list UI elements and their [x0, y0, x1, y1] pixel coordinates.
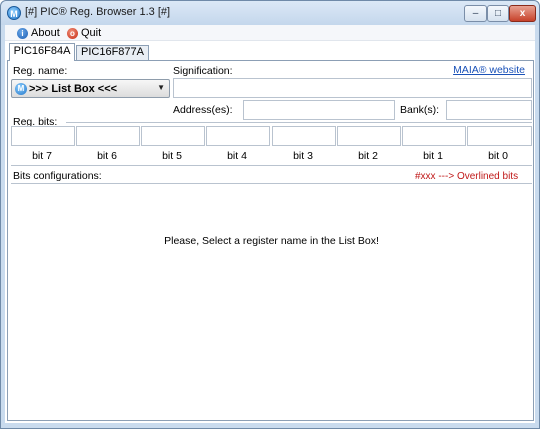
reg-name-label: Reg. name: — [13, 65, 68, 77]
bank-label: Bank(s): — [400, 104, 440, 116]
chevron-down-icon: ▼ — [157, 83, 165, 92]
bit-0-label: bit 0 — [488, 150, 508, 162]
overline-note: #xxx ---> Overlined bits — [415, 171, 519, 182]
address-field[interactable] — [243, 100, 395, 120]
maia-website-link[interactable]: MAIA® website — [453, 64, 525, 76]
signification-label: Signification: — [173, 65, 233, 77]
bit-1-field[interactable] — [402, 126, 466, 146]
info-icon: i — [17, 27, 28, 39]
register-select-value: >>> List Box <<< — [29, 83, 118, 95]
register-select[interactable]: M >>> List Box <<< ▼ — [11, 79, 170, 98]
bits-config-top-divider — [11, 165, 532, 166]
bit-5-field[interactable] — [141, 126, 205, 146]
app-logo-icon: M — [7, 6, 21, 20]
client-area: i About o Quit PIC16F84A PIC16F877A Reg.… — [5, 25, 535, 423]
menu-about[interactable]: i About — [17, 26, 60, 40]
bit-3-field[interactable] — [272, 126, 336, 146]
app-window: M [#] PIC® Reg. Browser 1.3 [#] – □ x i … — [0, 0, 540, 429]
menu-quit[interactable]: o Quit — [67, 26, 101, 40]
bit-3-label: bit 3 — [293, 150, 313, 162]
bank-field[interactable] — [446, 100, 532, 120]
menu-quit-label: Quit — [81, 27, 102, 39]
window-title: [#] PIC® Reg. Browser 1.3 [#] — [25, 6, 171, 18]
maximize-button[interactable]: □ — [487, 5, 509, 22]
bit-2-field[interactable] — [337, 126, 401, 146]
stop-icon: o — [67, 27, 78, 39]
reg-bits-divider — [66, 122, 532, 123]
minimize-button[interactable]: – — [464, 5, 487, 22]
bit-6-label: bit 6 — [97, 150, 117, 162]
bit-1-label: bit 1 — [423, 150, 443, 162]
tab-pic16f877a[interactable]: PIC16F877A — [76, 45, 149, 60]
select-register-message: Please, Select a register name in the Li… — [164, 235, 379, 247]
bit-0-field[interactable] — [467, 126, 532, 146]
bit-7-label: bit 7 — [32, 150, 52, 162]
bit-2-label: bit 2 — [358, 150, 378, 162]
signification-field[interactable] — [173, 78, 532, 98]
tab-pic16f84a[interactable]: PIC16F84A — [9, 43, 75, 61]
list-box-icon: M — [15, 83, 27, 95]
bit-4-label: bit 4 — [227, 150, 247, 162]
menu-about-label: About — [31, 27, 60, 39]
bit-6-field[interactable] — [76, 126, 140, 146]
menu-bar: i About o Quit — [5, 25, 535, 41]
bit-7-field[interactable] — [11, 126, 75, 146]
bits-config-label: Bits configurations: — [13, 170, 102, 182]
bit-4-field[interactable] — [206, 126, 270, 146]
bits-config-bottom-divider — [11, 183, 532, 184]
close-button[interactable]: x — [509, 5, 536, 22]
bit-5-label: bit 5 — [162, 150, 182, 162]
title-bar[interactable]: M [#] PIC® Reg. Browser 1.3 [#] – □ x — [1, 1, 539, 25]
tab-panel: Reg. name: Signification: MAIA® website … — [7, 60, 534, 421]
address-label: Address(es): — [173, 104, 233, 116]
